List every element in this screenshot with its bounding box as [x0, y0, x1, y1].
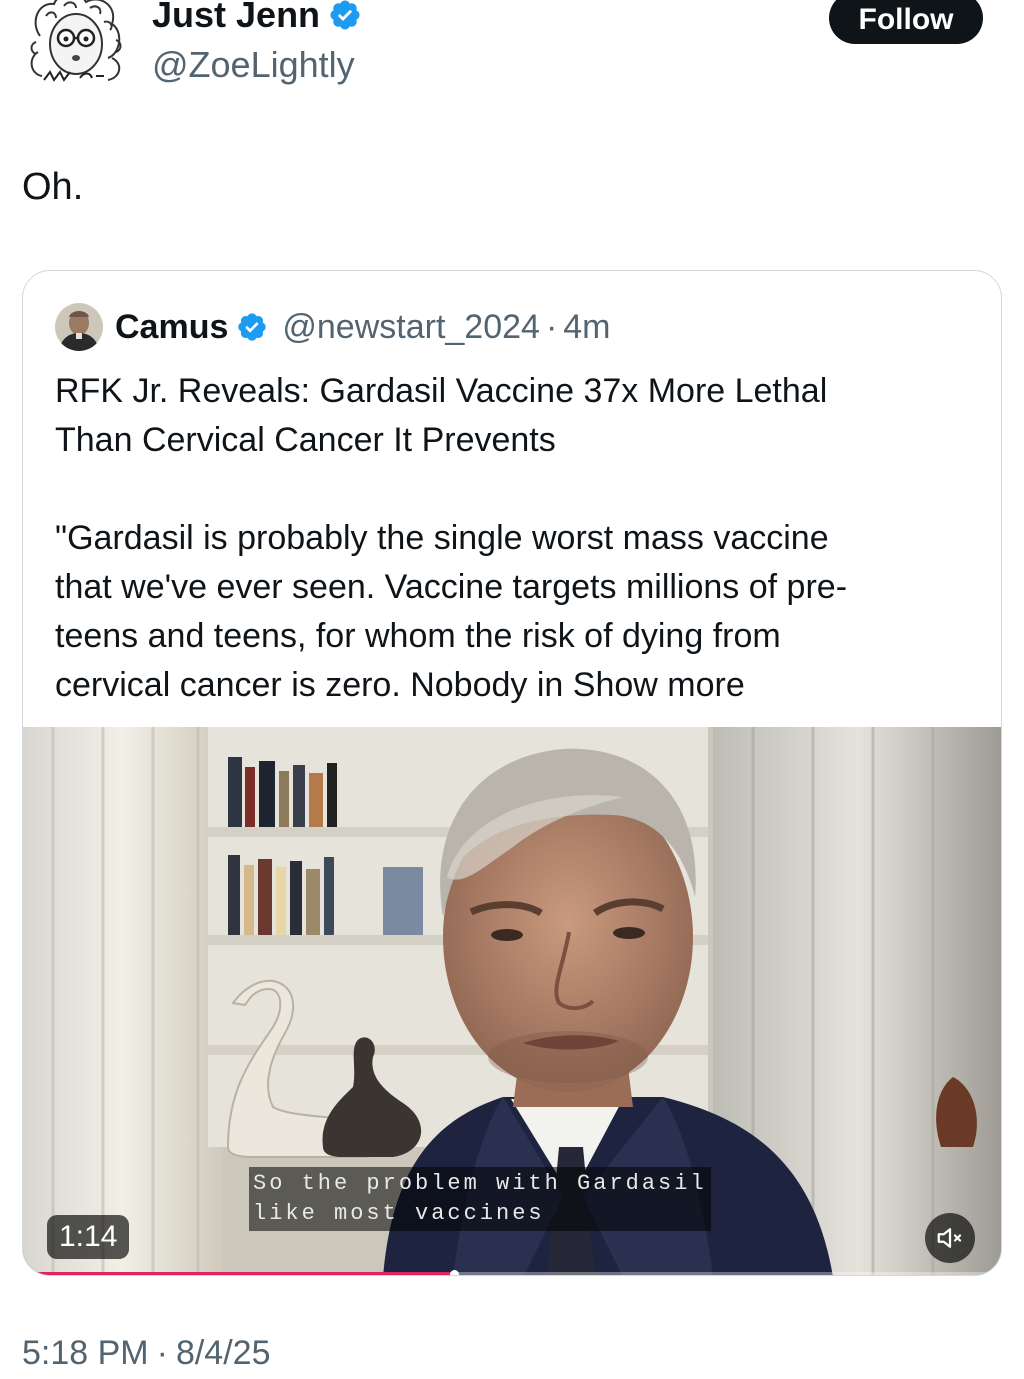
quoted-tweet-time[interactable]: 4m: [563, 308, 610, 347]
timestamp-separator: ·: [156, 1334, 168, 1372]
timestamp-date: 8/4/25: [175, 1334, 271, 1372]
body-line: "Gardasil is probably the single worst m…: [55, 519, 829, 557]
quoted-author-avatar[interactable]: [55, 303, 103, 351]
quoted-tweet-body: RFK Jr. Reveals: Gardasil Vaccine 37x Mo…: [55, 367, 975, 710]
video-progress-knob[interactable]: [450, 1270, 460, 1275]
body-line: RFK Jr. Reveals: Gardasil Vaccine 37x Mo…: [55, 372, 828, 410]
caption-line-2: like most vaccines: [253, 1201, 545, 1226]
caption-line-1: So the problem with Gardasil: [253, 1171, 707, 1196]
separator-dot: ·: [545, 307, 558, 346]
body-line: cervical cancer is zero. Nobody in: [55, 666, 564, 704]
author-handle[interactable]: @ZoeLightly: [152, 44, 355, 86]
body-line: that we've ever seen. Vaccine targets mi…: [55, 568, 848, 606]
quoted-author-handle[interactable]: @newstart_2024: [282, 308, 540, 347]
verified-badge-icon: [238, 313, 267, 341]
mute-toggle-button[interactable]: [925, 1213, 975, 1263]
verified-badge-icon: [330, 0, 360, 30]
follow-button[interactable]: Follow: [829, 0, 983, 44]
body-line: teens and teens, for whom the risk of dy…: [55, 617, 781, 655]
body-last-line: cervical cancer is zero. Nobody in Show …: [55, 661, 975, 710]
quoted-tweet-card[interactable]: Camus @newstart_2024 · 4m RFK Jr. Reveal…: [22, 270, 1002, 1276]
quoted-tweet-header: Camus @newstart_2024 · 4m: [55, 303, 611, 351]
author-name[interactable]: Just Jenn: [152, 0, 320, 36]
timestamp-time: 5:18 PM: [22, 1334, 149, 1372]
speaker-muted-icon: [937, 1228, 962, 1248]
video-progress-bar[interactable]: [23, 1270, 1001, 1275]
author-avatar[interactable]: [20, 0, 134, 96]
video-caption: So the problem with Gardasil like most v…: [249, 1167, 711, 1231]
portrait-avatar-icon: [55, 303, 103, 351]
quoted-author-name[interactable]: Camus: [115, 308, 228, 347]
video-player[interactable]: So the problem with Gardasil like most v…: [23, 727, 1001, 1275]
show-more-link[interactable]: Show more: [573, 666, 745, 704]
cartoon-glasses-avatar-icon: [20, 0, 134, 96]
tweet-text: Oh.: [22, 166, 84, 208]
author-name-row[interactable]: Just Jenn: [152, 0, 362, 36]
video-duration-badge: 1:14: [47, 1215, 130, 1259]
body-line: Than Cervical Cancer It Prevents: [55, 421, 556, 459]
video-progress-fill: [23, 1272, 455, 1275]
tweet-timestamp[interactable]: 5:18 PM · 8/4/25: [22, 1334, 270, 1373]
